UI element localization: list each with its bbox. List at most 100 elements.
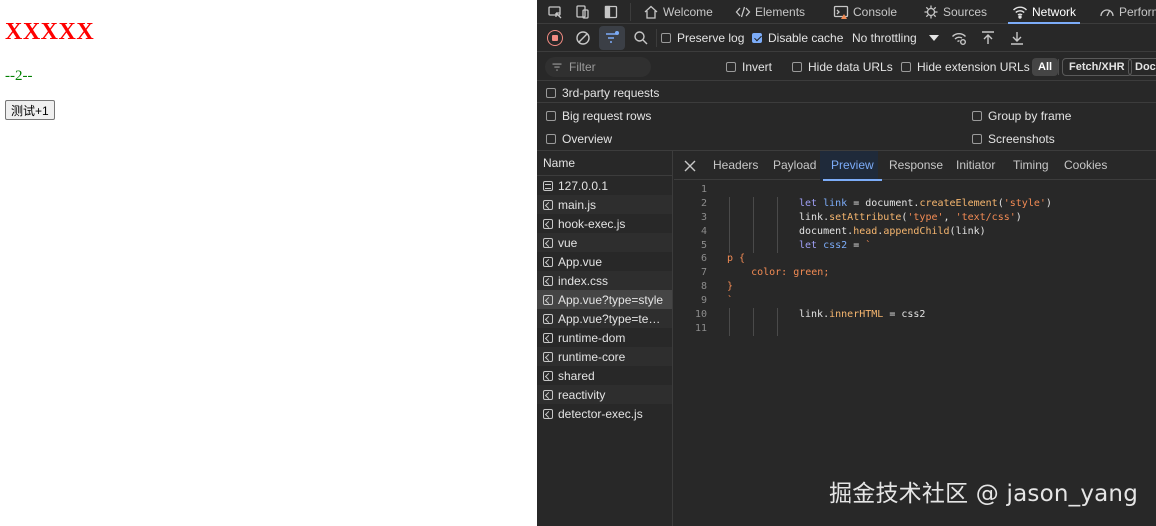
throttling-value: No throttling: [852, 31, 917, 45]
code-token: ): [1045, 197, 1052, 209]
filter-funnel-icon: [551, 61, 563, 73]
code-text: [707, 321, 799, 336]
code-token: 'style': [1003, 197, 1046, 209]
device-toolbar-icon[interactable]: [575, 4, 591, 20]
record-stop-icon[interactable]: [547, 30, 563, 46]
type-filter-doc[interactable]: Doc: [1128, 58, 1156, 76]
indent-guide: [753, 196, 754, 211]
indent-guide: [753, 210, 754, 225]
request-row[interactable]: shared: [537, 366, 672, 385]
network-conditions-icon[interactable]: [951, 30, 967, 46]
indent-guide: [777, 321, 778, 336]
request-row[interactable]: App.vue?type=tem...: [537, 309, 672, 328]
detail-tab-response[interactable]: Response: [889, 151, 943, 180]
tab-elements[interactable]: Elements: [735, 0, 805, 24]
detail-tab-timing[interactable]: Timing: [1013, 151, 1049, 180]
performance-icon: [1099, 4, 1115, 20]
code-token: document.: [799, 225, 854, 237]
watermark-text: 掘金技术社区 @ jason_yang: [829, 481, 1138, 507]
third-party-row: 3rd-party requests: [537, 81, 1156, 103]
hide-extension-urls-box[interactable]: [901, 62, 911, 72]
code-text: color: green;: [707, 266, 829, 280]
request-row[interactable]: App.vue: [537, 252, 672, 271]
disable-cache-box[interactable]: [752, 33, 762, 43]
overview-checkbox[interactable]: Overview: [546, 132, 612, 146]
disable-cache-checkbox[interactable]: Disable cache: [752, 31, 843, 45]
indent-guide: [729, 321, 730, 336]
dock-side-icon[interactable]: [603, 4, 619, 20]
overview-box[interactable]: [546, 134, 556, 144]
type-filter-fetch[interactable]: Fetch/XHR: [1062, 58, 1132, 76]
download-har-icon[interactable]: [1009, 30, 1025, 46]
increment-button[interactable]: 测试+1: [5, 100, 55, 120]
detail-tab-initiator[interactable]: Initiator: [956, 151, 995, 180]
big-request-rows-box[interactable]: [546, 111, 556, 121]
request-row[interactable]: detector-exec.js: [537, 404, 672, 423]
request-row[interactable]: main.js: [537, 195, 672, 214]
indent-guide: [777, 308, 778, 323]
screenshots-box[interactable]: [972, 134, 982, 144]
script-file-icon: [543, 275, 553, 286]
third-party-checkbox[interactable]: 3rd-party requests: [546, 86, 659, 100]
request-row[interactable]: index.css: [537, 271, 672, 290]
big-request-rows-checkbox[interactable]: Big request rows: [546, 109, 651, 123]
tab-console[interactable]: Console: [833, 0, 897, 24]
rendered-webpage: XXXXX --2-- 测试+1: [0, 0, 537, 526]
request-row[interactable]: App.vue?type=style: [537, 290, 672, 309]
request-row[interactable]: runtime-dom: [537, 328, 672, 347]
sources-icon: [923, 4, 939, 20]
device-inspect-icon[interactable]: [547, 4, 563, 20]
request-row[interactable]: 127.0.0.1: [537, 176, 672, 195]
detail-tabs: Headers Payload Preview Response Initiat…: [674, 151, 1156, 181]
request-row[interactable]: reactivity: [537, 385, 672, 404]
upload-har-icon[interactable]: [980, 30, 996, 46]
request-row[interactable]: hook-exec.js: [537, 214, 672, 233]
hide-data-urls-box[interactable]: [792, 62, 802, 72]
tab-welcome[interactable]: Welcome: [643, 0, 713, 24]
detail-tab-headers[interactable]: Headers: [713, 151, 758, 180]
code-content: }: [727, 281, 733, 292]
screenshots-checkbox[interactable]: Screenshots: [972, 132, 1055, 146]
type-filter-all[interactable]: All: [1032, 58, 1059, 76]
detail-tab-payload[interactable]: Payload: [773, 151, 816, 180]
preserve-log-checkbox[interactable]: Preserve log: [661, 31, 744, 45]
name-column-header[interactable]: Name: [537, 151, 672, 176]
close-icon[interactable]: [682, 158, 698, 174]
wifi-icon: [1012, 4, 1028, 20]
filter-placeholder: Filter: [569, 60, 596, 74]
third-party-box[interactable]: [546, 88, 556, 98]
tab-console-label: Console: [853, 5, 898, 19]
request-name: 127.0.0.1: [558, 178, 609, 193]
tab-sources-label: Sources: [943, 5, 988, 19]
indent-guide: [777, 224, 778, 239]
request-row[interactable]: vue: [537, 233, 672, 252]
throttling-select[interactable]: No throttling: [852, 31, 939, 45]
filter-toggle-button[interactable]: [599, 26, 625, 50]
hide-extension-urls-checkbox[interactable]: Hide extension URLs: [901, 60, 1030, 74]
preserve-log-box[interactable]: [661, 33, 671, 43]
code-token: link.: [799, 309, 830, 321]
code-token: appendChild: [883, 225, 950, 237]
tab-sources[interactable]: Sources: [923, 0, 987, 24]
invert-box[interactable]: [726, 62, 736, 72]
request-name: App.vue: [558, 254, 603, 269]
script-file-icon: [543, 408, 553, 419]
group-by-frame-box[interactable]: [972, 111, 982, 121]
invert-checkbox[interactable]: Invert: [726, 60, 772, 74]
tab-performance[interactable]: Perform: [1099, 0, 1156, 24]
page-heading: XXXXX: [5, 19, 95, 45]
clear-icon[interactable]: [575, 30, 591, 46]
code-token: = css2: [883, 309, 926, 321]
request-row[interactable]: runtime-core: [537, 347, 672, 366]
code-line: 7 color: green;: [674, 266, 1156, 280]
code-token: let: [799, 197, 824, 209]
group-by-frame-checkbox[interactable]: Group by frame: [972, 109, 1071, 123]
search-icon[interactable]: [633, 30, 649, 46]
detail-tab-preview[interactable]: Preview: [823, 151, 882, 181]
hide-data-urls-checkbox[interactable]: Hide data URLs: [792, 60, 893, 74]
detail-tab-cookies[interactable]: Cookies: [1064, 151, 1107, 180]
tab-network[interactable]: Network: [1007, 0, 1081, 24]
code-content: p {: [727, 253, 745, 264]
filter-input[interactable]: Filter: [545, 57, 651, 77]
indent-guide: [753, 224, 754, 239]
